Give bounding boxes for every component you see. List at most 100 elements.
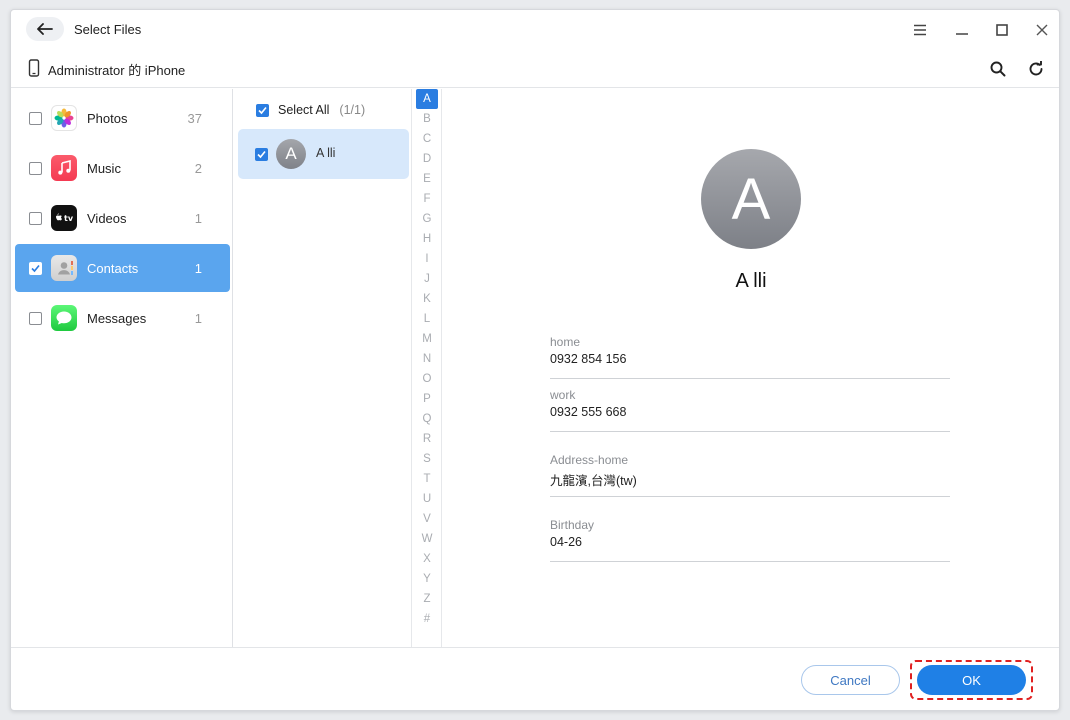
field-label: Birthday [550, 518, 595, 532]
field-label: work [550, 388, 576, 402]
category-photos[interactable]: Photos 37 [15, 94, 230, 142]
index-letter-e[interactable]: E [416, 169, 438, 189]
ok-button[interactable]: OK [917, 665, 1026, 695]
index-letter-b[interactable]: B [416, 109, 438, 129]
contact-avatar-large: A [701, 149, 801, 249]
index-letter-h[interactable]: H [416, 229, 438, 249]
category-count: 2 [194, 161, 202, 176]
check-icon [257, 150, 266, 159]
category-count: 1 [194, 261, 202, 276]
category-videos[interactable]: tv Videos 1 [15, 194, 230, 242]
minimize-button[interactable] [951, 20, 973, 40]
index-letter-w[interactable]: W [416, 529, 438, 549]
index-letter-d[interactable]: D [416, 149, 438, 169]
index-letter-r[interactable]: R [416, 429, 438, 449]
field-label: Address-home [550, 453, 629, 467]
hamburger-icon [914, 24, 926, 36]
dialog-footer: Cancel OK [11, 647, 1059, 710]
category-label: Music [87, 161, 121, 176]
field-address-home: Address-home 九龍濱,台灣(tw) [550, 453, 950, 497]
contact-avatar: A [276, 139, 306, 169]
refresh-button[interactable] [1025, 58, 1047, 80]
alphabet-index: A B C D E F G H I J K L M N O P Q R S T U V W X Y Z # [412, 89, 442, 647]
refresh-icon [1029, 61, 1043, 76]
field-birthday: Birthday 04-26 [550, 518, 950, 562]
index-letter-t[interactable]: T [416, 469, 438, 489]
index-letter-l[interactable]: L [416, 309, 438, 329]
close-button[interactable] [1031, 20, 1053, 40]
photos-icon [51, 105, 77, 131]
maximize-icon [996, 24, 1008, 36]
window-title: Select Files [74, 22, 142, 37]
index-letter-g[interactable]: G [416, 209, 438, 229]
search-button[interactable] [987, 58, 1009, 80]
checkbox-checked [256, 103, 269, 117]
search-icon [990, 61, 1006, 77]
device-name: Administrator 的 iPhone [48, 63, 186, 78]
messages-checkbox[interactable] [29, 312, 42, 325]
category-messages[interactable]: Messages 1 [15, 294, 230, 342]
index-letter-k[interactable]: K [416, 289, 438, 309]
category-label: Photos [87, 111, 128, 126]
contacts-checkbox[interactable] [29, 262, 42, 275]
arrow-left-icon [37, 23, 53, 35]
index-letter-o[interactable]: O [416, 369, 438, 389]
category-count: 1 [194, 311, 202, 326]
music-icon [51, 155, 77, 181]
index-letter-a[interactable]: A [416, 89, 438, 109]
appletv-icon: tv [51, 205, 77, 231]
field-value: 九龍濱,台灣(tw) [550, 474, 637, 488]
index-letter-n[interactable]: N [416, 349, 438, 369]
contact-checkbox[interactable] [255, 148, 268, 161]
index-letter-i[interactable]: I [416, 249, 438, 269]
field-value: 0932 854 156 [550, 352, 627, 366]
index-letter-z[interactable]: Z [416, 589, 438, 609]
device-bar: Administrator 的 iPhone [11, 50, 1059, 88]
index-letter-y[interactable]: Y [416, 569, 438, 589]
ok-highlight-frame: OK [910, 660, 1033, 700]
index-letter-v[interactable]: V [416, 509, 438, 529]
contact-detail-name: A lli [735, 270, 767, 292]
videos-checkbox[interactable] [29, 212, 42, 225]
contacts-icon [51, 255, 77, 281]
title-bar: Select Files [11, 10, 1059, 50]
field-work: work 0932 555 668 [550, 388, 950, 432]
check-icon [258, 106, 267, 114]
photos-checkbox[interactable] [29, 112, 42, 125]
category-label: Messages [87, 311, 147, 326]
messages-icon [51, 305, 77, 331]
select-all-checkbox[interactable]: Select All (1/1) [256, 103, 365, 117]
category-music[interactable]: Music 2 [15, 144, 230, 192]
index-letter-x[interactable]: X [416, 549, 438, 569]
index-letter-hash[interactable]: # [416, 609, 438, 629]
index-letter-c[interactable]: C [416, 129, 438, 149]
field-home: home 0932 854 156 [550, 335, 950, 379]
index-letter-u[interactable]: U [416, 489, 438, 509]
field-value: 04-26 [550, 535, 582, 549]
category-sidebar: Photos 37 Music 2 tv Videos 1 Contacts 1… [11, 89, 233, 647]
music-checkbox[interactable] [29, 162, 42, 175]
menu-button[interactable] [909, 20, 931, 40]
category-count: 1 [194, 211, 202, 226]
index-letter-s[interactable]: S [416, 449, 438, 469]
close-icon [1036, 24, 1048, 36]
index-letter-m[interactable]: M [416, 329, 438, 349]
index-letter-q[interactable]: Q [416, 409, 438, 429]
select-files-window: Select Files Administrator 的 iPhone Phot… [10, 9, 1060, 711]
select-all-label: Select All [278, 103, 330, 117]
cancel-button[interactable]: Cancel [801, 665, 900, 695]
back-button[interactable] [26, 17, 64, 41]
svg-text:tv: tv [64, 214, 74, 223]
contact-row[interactable]: A A lli [238, 129, 409, 179]
category-count: 37 [187, 111, 202, 126]
field-value: 0932 555 668 [550, 405, 627, 419]
index-letter-j[interactable]: J [416, 269, 438, 289]
index-letter-f[interactable]: F [416, 189, 438, 209]
category-label: Contacts [87, 261, 139, 276]
check-icon [31, 264, 40, 273]
phone-icon [28, 59, 40, 77]
index-letter-p[interactable]: P [416, 389, 438, 409]
select-all-count: (1/1) [339, 103, 366, 117]
maximize-button[interactable] [991, 20, 1013, 40]
category-contacts[interactable]: Contacts 1 [15, 244, 230, 292]
